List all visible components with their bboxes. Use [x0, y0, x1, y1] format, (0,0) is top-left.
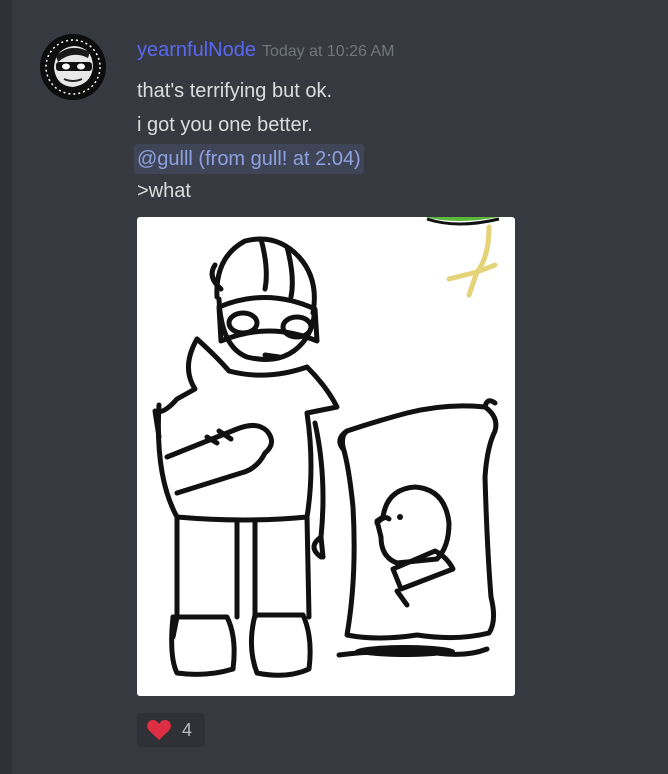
- message-line: that's terrifying but ok.: [137, 80, 333, 102]
- avatar-image: [40, 34, 106, 100]
- username[interactable]: yearnfulNode: [137, 39, 256, 61]
- avatar[interactable]: [40, 34, 106, 100]
- message-line: >what: [137, 180, 191, 202]
- message-timestamp: Today at 10:26 AM: [261, 43, 395, 60]
- message-line: i got you one better.: [137, 114, 313, 136]
- message-header: yearnfulNode Today at 10:26 AM: [137, 38, 637, 62]
- message-body: yearnfulNode Today at 10:26 AM that's ter…: [134, 38, 637, 208]
- reaction-button[interactable]: 4: [137, 713, 205, 747]
- channel-sidebar-edge: [0, 0, 12, 774]
- chat-view: yearnfulNode Today at 10:26 AM that's ter…: [0, 0, 668, 774]
- user-mention[interactable]: @gulll (from gull! at 2:04): [134, 144, 364, 174]
- heart-icon: [147, 719, 171, 740]
- drawing-image: [152, 217, 500, 678]
- reaction-count: 4: [182, 719, 193, 740]
- image-attachment[interactable]: [137, 217, 515, 696]
